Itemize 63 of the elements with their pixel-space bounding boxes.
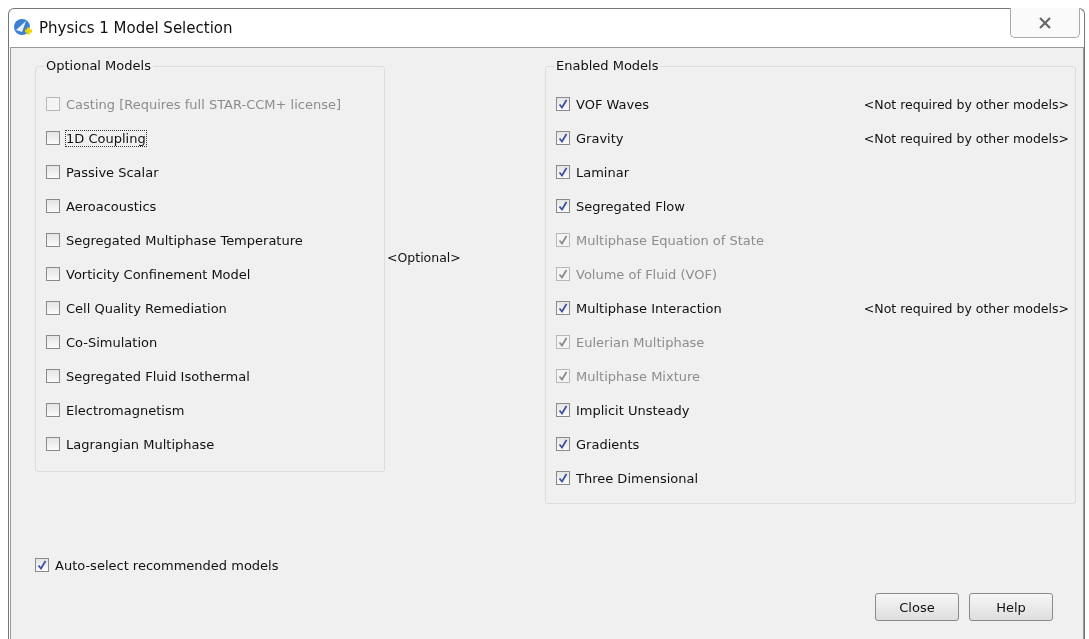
checkmark-icon [558,167,568,177]
checkbox[interactable] [556,301,570,315]
group-title: Optional Models [44,58,153,73]
checkmark-icon [558,473,568,483]
checkbox-label[interactable]: Cell Quality Remediation [66,300,227,316]
checkbox[interactable] [46,267,60,281]
checkmark-icon [558,201,568,211]
checkbox-label[interactable]: Passive Scalar [66,164,159,180]
checkmark-icon [558,371,568,381]
checkbox-label[interactable]: Gravity [576,130,624,146]
checkbox-label[interactable]: Auto-select recommended models [55,557,279,573]
checkbox-label[interactable]: Laminar [576,164,630,180]
checkmark-icon [558,303,568,313]
checkbox-label[interactable]: Aeroacoustics [66,198,157,214]
checkbox-label[interactable]: Co-Simulation [66,334,158,350]
checkmark-icon [558,235,568,245]
checkbox-label[interactable]: Vorticity Confinement Model [66,266,251,282]
checkbox-label[interactable]: Gradients [576,436,640,452]
checkbox[interactable] [556,97,570,111]
checkmark-icon [558,269,568,279]
checkbox[interactable] [46,403,60,417]
checkbox-label[interactable]: Electromagnetism [66,402,185,418]
checkmark-icon [558,405,568,415]
checkbox-label[interactable]: Three Dimensional [576,470,699,486]
checkbox[interactable] [46,369,60,383]
checkbox[interactable] [35,558,49,572]
globe-plus-icon [13,18,33,38]
note-text: <Not required by other models> [863,300,1069,316]
close-icon [1038,16,1052,29]
checkbox-label[interactable]: VOF Waves [576,96,649,112]
checkbox-label[interactable]: 1D Coupling [66,130,146,146]
checkmark-icon [558,99,568,109]
dialog-button[interactable]: Help [969,593,1053,621]
group-title: Enabled Models [554,58,661,73]
checkbox-label[interactable]: Lagrangian Multiphase [66,436,215,452]
checkbox-label[interactable]: Multiphase Interaction [576,300,722,316]
checkbox[interactable] [556,403,570,417]
note-text: <Not required by other models> [863,130,1069,146]
checkbox-label[interactable]: Segregated Fluid Isothermal [66,368,250,384]
checkbox[interactable] [46,437,60,451]
checkbox[interactable] [556,471,570,485]
dialog-button[interactable]: Close [875,593,959,621]
checkbox[interactable] [556,131,570,145]
checkbox[interactable] [46,233,60,247]
checkbox-label[interactable]: Segregated Flow [576,198,685,214]
checkbox[interactable] [46,301,60,315]
checkbox[interactable] [46,165,60,179]
checkbox[interactable] [46,199,60,213]
checkbox[interactable] [556,199,570,213]
checkbox[interactable] [556,437,570,451]
close-button[interactable] [1010,8,1080,38]
window-title: Physics 1 Model Selection [39,19,233,37]
checkmark-icon [37,560,47,570]
checkbox-label[interactable]: Segregated Multiphase Temperature [66,232,303,248]
note-text: <Not required by other models> [863,96,1069,112]
checkbox[interactable] [556,165,570,179]
status-label: <Optional> [387,250,462,265]
checkbox[interactable] [46,335,60,349]
checkmark-icon [558,133,568,143]
checkmark-icon [558,439,568,449]
checkbox[interactable] [46,131,60,145]
checkbox-label[interactable]: Implicit Unsteady [576,402,690,418]
checkmark-icon [558,337,568,347]
